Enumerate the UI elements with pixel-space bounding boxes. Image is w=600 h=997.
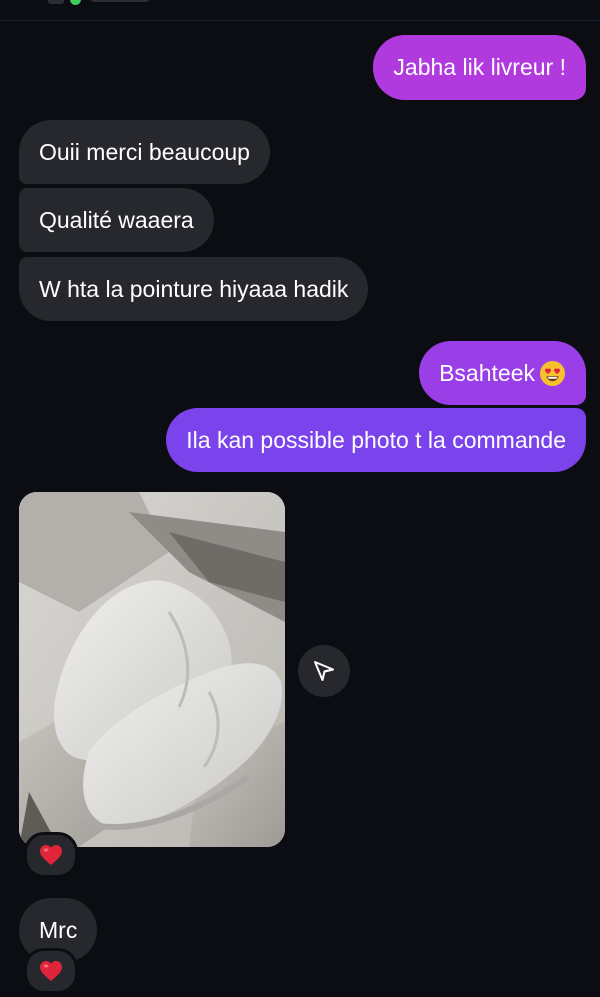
heart-eyes-emoji-icon [539, 360, 566, 386]
message-outgoing[interactable]: Bsahteek [419, 341, 586, 405]
message-text: Ila kan possible photo t la commande [186, 426, 566, 453]
message-incoming[interactable]: Ouii merci beaucoup [19, 120, 270, 184]
online-status-dot [70, 0, 81, 5]
message-text: W hta la pointure hiyaaa hadik [39, 275, 349, 302]
shoe-photo[interactable] [19, 492, 285, 847]
heart-icon [40, 961, 62, 981]
message-outgoing[interactable]: Ila kan possible photo t la commande [166, 408, 586, 472]
heart-reaction[interactable] [24, 832, 78, 878]
message-text: Bsahteek [439, 359, 535, 386]
message-text: Qualité waaera [39, 206, 194, 233]
message-text: Ouii merci beaucoup [39, 138, 250, 165]
shoe-photo-image [19, 492, 285, 847]
share-button[interactable] [298, 645, 350, 697]
message-incoming[interactable]: Qualité waaera [19, 188, 214, 252]
chat-header-strip [0, 0, 600, 21]
message-text: Jabha lik livreur ! [393, 54, 566, 80]
heart-icon [40, 845, 62, 865]
send-icon [314, 661, 334, 681]
header-name [90, 0, 150, 2]
message-incoming[interactable]: W hta la pointure hiyaaa hadik [19, 257, 369, 321]
message-outgoing[interactable]: Jabha lik livreur ! [373, 35, 586, 100]
heart-reaction[interactable] [24, 948, 78, 994]
header-avatar[interactable] [48, 0, 64, 4]
message-text: Mrc [39, 916, 78, 943]
